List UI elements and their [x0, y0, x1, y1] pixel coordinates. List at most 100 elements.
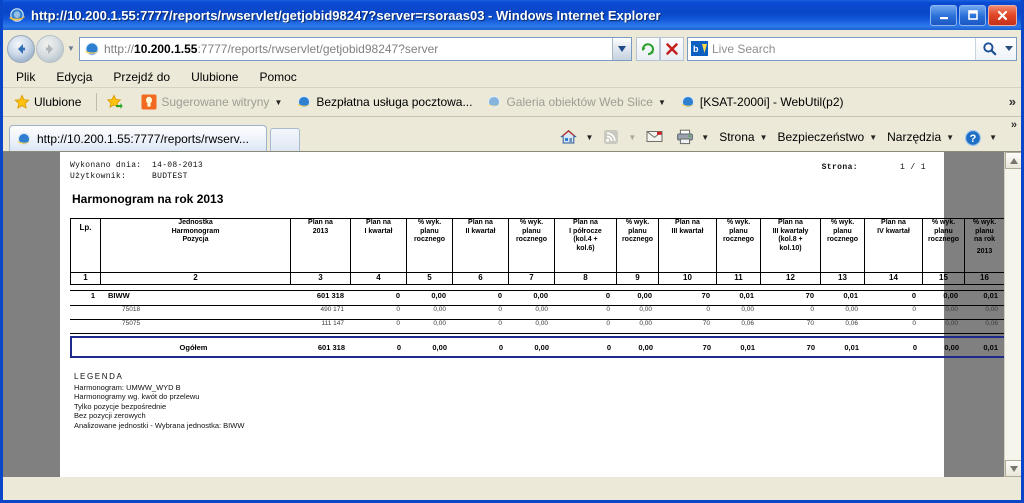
help-button[interactable]: ? ▼: [960, 127, 1001, 147]
total-cell-12: 70: [761, 336, 821, 358]
chevron-down-icon[interactable]: ▼: [274, 98, 282, 107]
row-cell-14: 0: [864, 305, 922, 320]
address-dropdown-icon[interactable]: [612, 37, 631, 60]
security-menu-button[interactable]: Bezpieczeństwo ▼: [773, 128, 881, 146]
refresh-button[interactable]: [636, 36, 660, 61]
favorites-item-web-slice-gallery[interactable]: Galeria obiektów Web Slice ▼: [483, 93, 668, 111]
row-cell-14: 0: [864, 290, 922, 306]
favorites-overflow-icon[interactable]: »: [1009, 94, 1016, 109]
total-cell-3: 601 318: [291, 336, 351, 358]
favorites-item-label: [KSAT-2000i] - WebUtil(p2): [699, 95, 844, 109]
browser-window: http://10.200.1.55:7777/reports/rwservle…: [0, 0, 1024, 503]
chevron-down-icon[interactable]: ▼: [585, 133, 593, 142]
column-number-10: 10: [658, 272, 717, 285]
column-number-16: 16: [964, 272, 1005, 285]
row-lp: 1: [70, 290, 100, 306]
chevron-down-icon: ▼: [628, 132, 637, 142]
tab-report-page[interactable]: http://10.200.1.55:7777/reports/rwserv..…: [9, 125, 267, 151]
page-value: 1 / 1: [899, 163, 926, 172]
row-cell-11: 0,06: [716, 319, 760, 334]
address-bar[interactable]: http://10.200.1.55:7777/reports/rwservle…: [79, 36, 632, 61]
vertical-scrollbar[interactable]: [1004, 152, 1021, 477]
report-table-body: 1 BIWW 601 318 0 0,00 0 0,00 0 0,00 70 0: [70, 290, 1004, 334]
table-row[interactable]: 75018 490 171 0 0,00 0 0,00 0 0,00 0 0,0…: [70, 305, 1004, 320]
menu-item-ulubione[interactable]: Ulubione: [188, 68, 247, 86]
favorites-button-label: Ulubione: [34, 95, 82, 109]
table-row[interactable]: 1 BIWW 601 318 0 0,00 0 0,00 0 0,00 70 0: [70, 290, 1004, 306]
close-button[interactable]: [988, 4, 1017, 26]
page-label: Strona:: [821, 163, 858, 172]
tools-menu-label: Narzędzia: [887, 130, 942, 144]
row-cell-15: 0,00: [922, 305, 964, 320]
favorites-button[interactable]: Ulubione: [11, 93, 84, 111]
forward-button[interactable]: [36, 34, 64, 63]
menu-item-plik[interactable]: Plik: [13, 68, 44, 86]
row-name: 75018: [100, 305, 290, 320]
scrollbar-track[interactable]: [1005, 169, 1021, 460]
row-cell-10: 0: [658, 305, 716, 320]
row-cell-6: 0: [452, 305, 508, 320]
column-header-3: Plan na 2013: [290, 218, 351, 273]
row-cell-10: 70: [658, 319, 716, 334]
chevron-down-icon[interactable]: ▼: [946, 133, 954, 142]
report-meta-user: Użytkownik: BUDTEST: [70, 171, 934, 182]
search-icon[interactable]: [975, 37, 1002, 60]
stop-button[interactable]: [660, 36, 684, 61]
row-cell-12: 70: [760, 290, 820, 306]
new-tab-button[interactable]: [270, 128, 300, 151]
row-cell-4: 0: [350, 319, 406, 334]
favorites-separator: [96, 93, 98, 111]
row-cell-12: 70: [760, 319, 820, 334]
favorites-item-free-mail[interactable]: Bezpłatna usługa pocztowa...: [293, 93, 475, 111]
total-cell-10: 70: [659, 336, 717, 358]
search-box[interactable]: b Live Search: [687, 36, 1017, 61]
chevron-down-icon[interactable]: ▼: [658, 98, 666, 107]
command-bar-overflow-icon[interactable]: »: [1011, 119, 1017, 131]
status-bar: [3, 477, 1021, 483]
print-button[interactable]: ▼: [672, 127, 713, 147]
scroll-up-button[interactable]: [1005, 152, 1021, 169]
chevron-down-icon[interactable]: ▼: [760, 133, 768, 142]
total-row: Ogółem 601 318 0 0,00 0 0,00 0 0,00 70 0…: [70, 336, 1006, 358]
table-row[interactable]: 75075 111 147 0 0,00 0 0,00 0 0,00 70 0,…: [70, 319, 1004, 334]
row-cell-13: 0,01: [820, 290, 864, 306]
recent-pages-dropdown-icon[interactable]: ▼: [65, 38, 77, 60]
chevron-down-icon[interactable]: ▼: [989, 133, 997, 142]
tools-menu-button[interactable]: Narzędzia ▼: [883, 128, 958, 146]
back-button[interactable]: [7, 34, 35, 63]
home-button[interactable]: ▼: [556, 127, 597, 147]
chevron-down-icon[interactable]: ▼: [869, 133, 877, 142]
add-to-favorites-button[interactable]: [104, 93, 130, 111]
column-number-3: 3: [290, 272, 351, 285]
page-menu-button[interactable]: Strona ▼: [715, 128, 771, 146]
executed-label: Wykonano dnia:: [70, 161, 142, 170]
column-number-1: 1: [70, 272, 101, 285]
legend-line: Bez pozycji zerowych: [74, 411, 146, 421]
search-dropdown-icon[interactable]: [1002, 37, 1016, 60]
column-number-8: 8: [554, 272, 617, 285]
maximize-button[interactable]: [959, 4, 986, 26]
favorites-item-suggested-sites[interactable]: Sugerowane witryny ▼: [138, 93, 285, 111]
row-cell-8: 0: [554, 319, 616, 334]
minimize-button[interactable]: [930, 4, 957, 26]
column-number-13: 13: [820, 272, 865, 285]
menu-item-edycja[interactable]: Edycja: [53, 68, 101, 86]
menu-item-przejdz-do[interactable]: Przejdź do: [110, 68, 179, 86]
column-header-11: % wyk. planu rocznego: [716, 218, 761, 273]
feeds-button[interactable]: ▼: [599, 127, 640, 147]
chevron-down-icon[interactable]: ▼: [701, 133, 709, 142]
scroll-down-button[interactable]: [1005, 460, 1021, 477]
row-cell-7: 0,00: [508, 319, 554, 334]
total-cell-7: 0,00: [509, 336, 555, 358]
row-cell-11: 0,00: [716, 305, 760, 320]
column-header-14: Plan na IV kwartał: [864, 218, 923, 273]
legend-line: Analizowane jednostki - Wybrana jednostk…: [74, 420, 245, 430]
favorites-item-ksat-webutil[interactable]: [KSAT-2000i] - WebUtil(p2): [677, 93, 847, 111]
read-mail-button[interactable]: [642, 127, 670, 147]
legend-line: Harmonogram: UMWW_WYD B: [74, 382, 181, 392]
security-menu-label: Bezpieczeństwo: [777, 130, 865, 144]
row-cell-3: 111 147: [290, 319, 350, 334]
total-cell-9: 0,00: [617, 336, 659, 358]
window-caption-buttons: [930, 4, 1021, 26]
menu-item-pomoc[interactable]: Pomoc: [256, 68, 305, 86]
